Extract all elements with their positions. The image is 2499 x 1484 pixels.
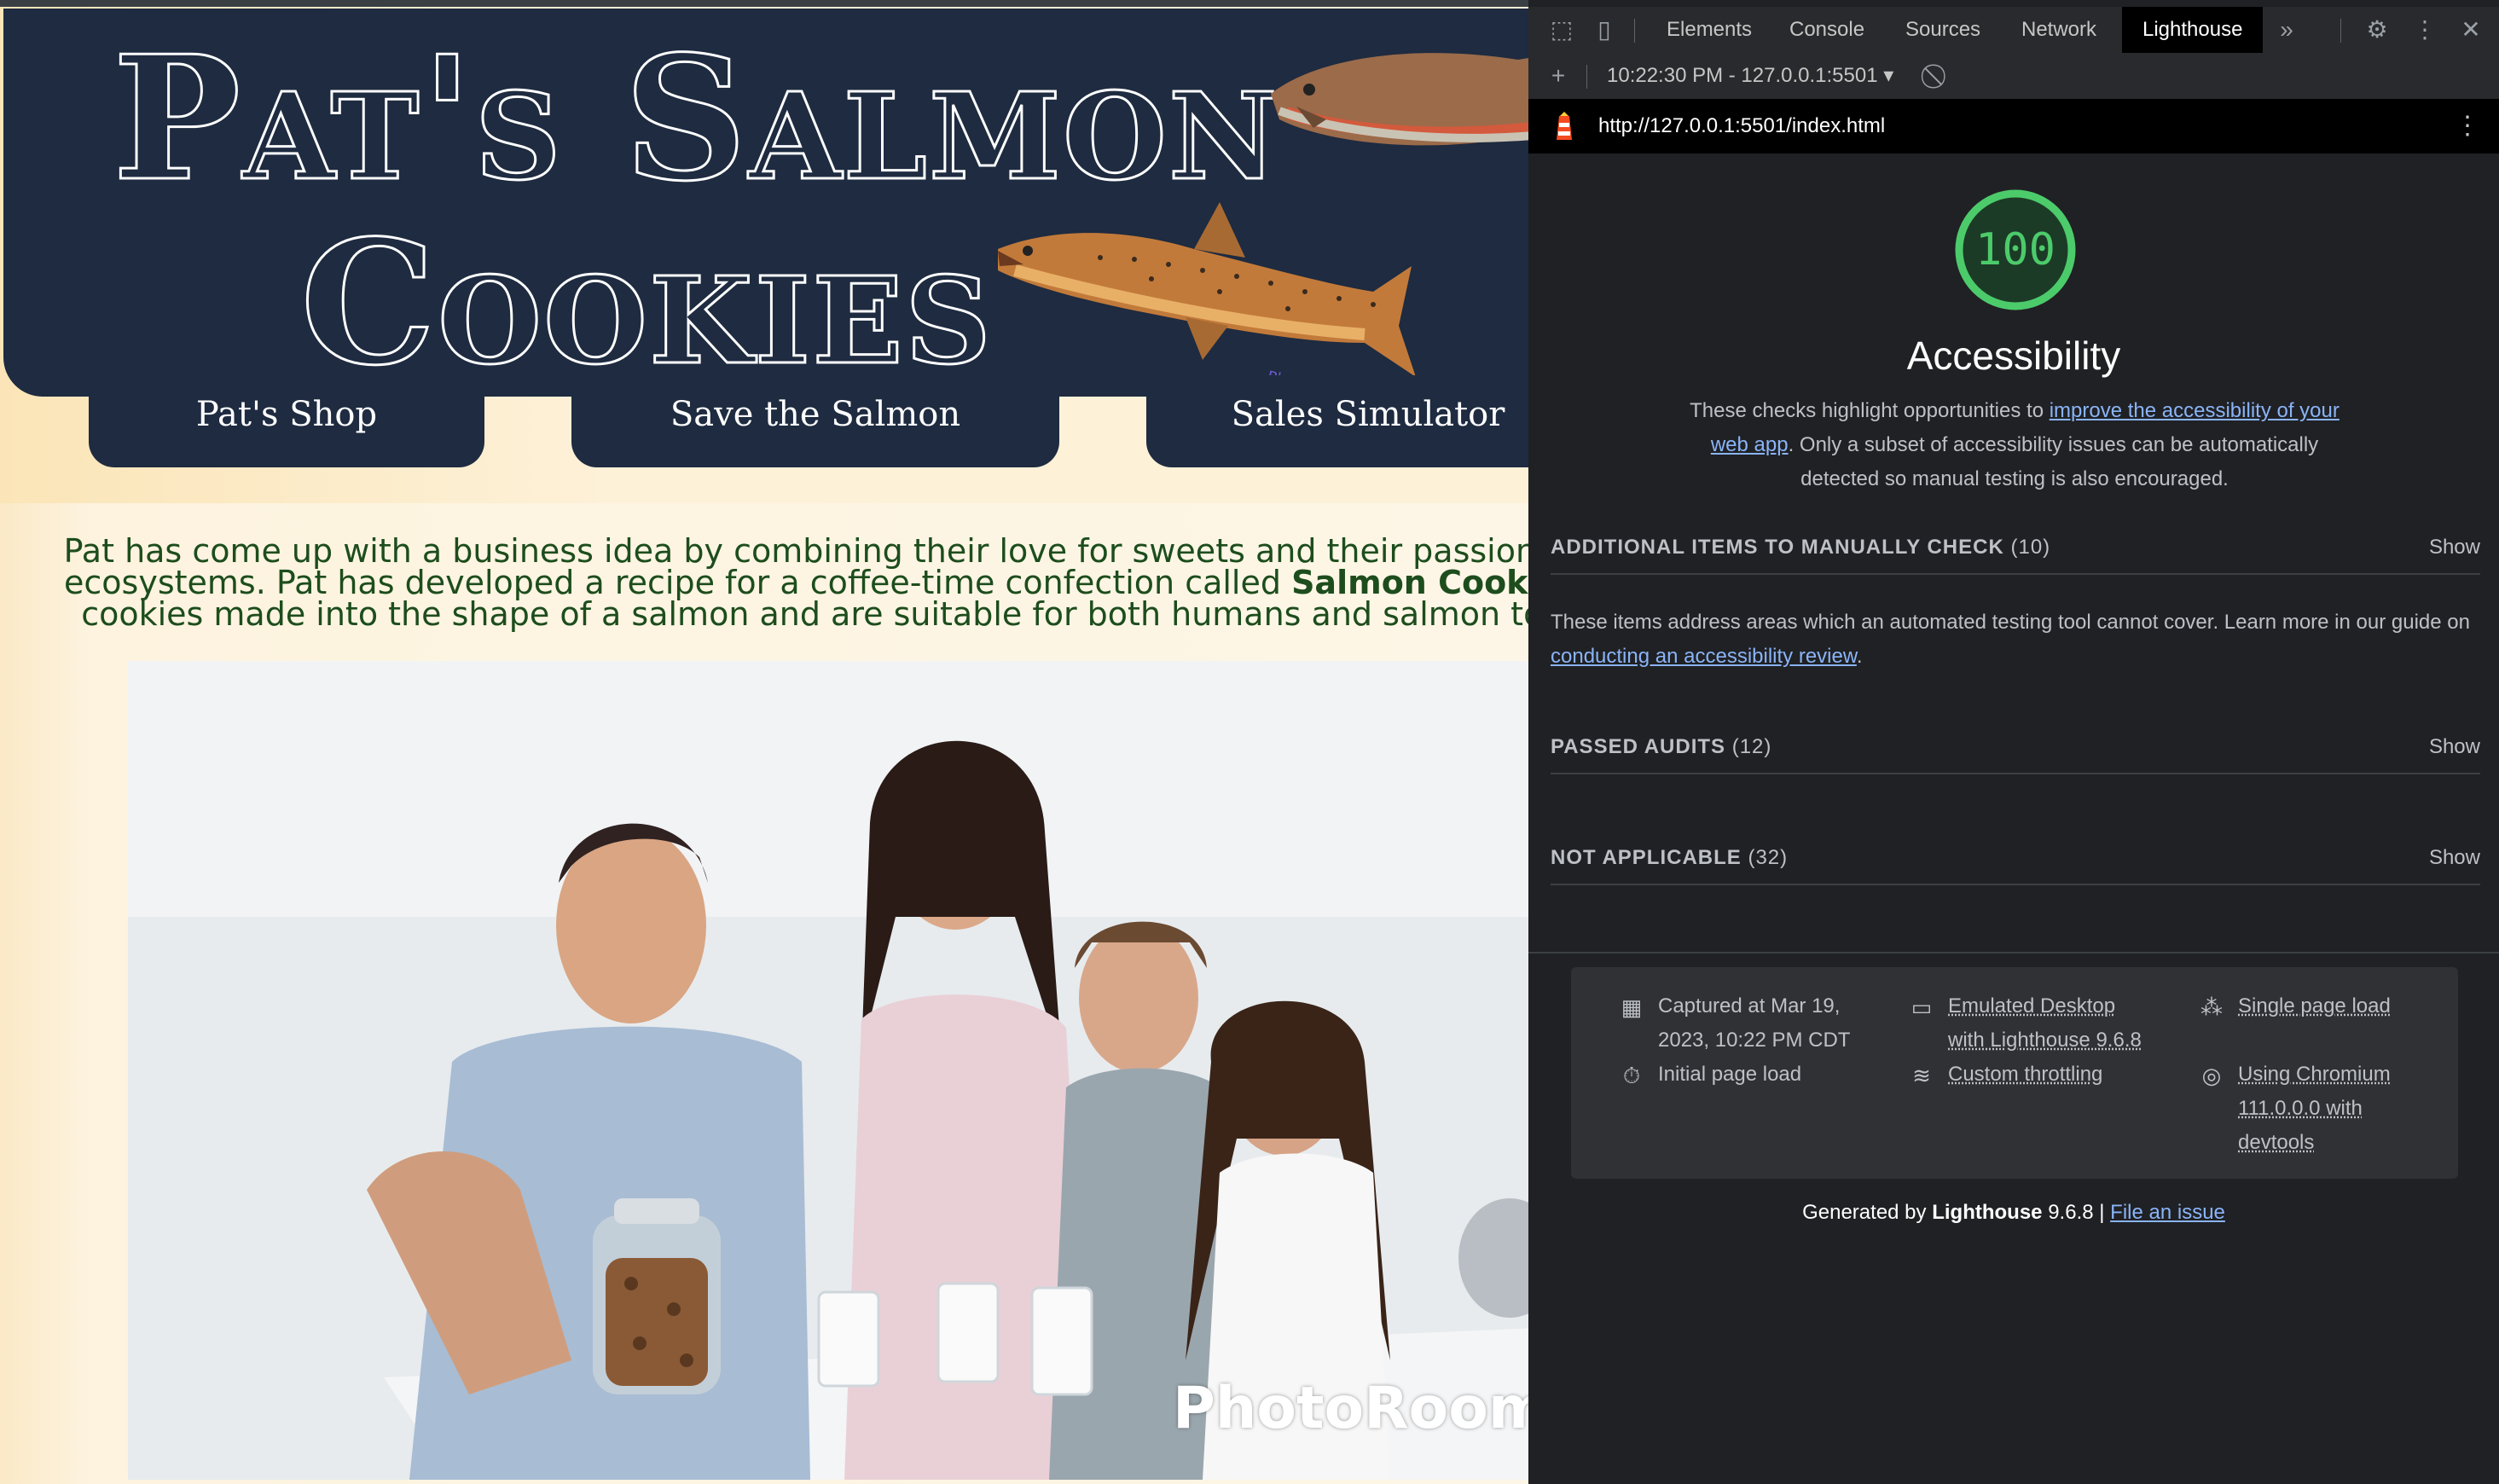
show-toggle[interactable]: Show xyxy=(2429,522,2480,573)
kebab-menu-icon[interactable]: ⋮ xyxy=(2403,7,2446,53)
category-description: These checks highlight opportunities to … xyxy=(1690,399,2340,490)
device-toolbar-icon[interactable]: ▯ xyxy=(1583,7,1626,53)
intro-line-2: ecosystems. Pat has developed a recipe f… xyxy=(34,566,1528,599)
settings-gear-icon[interactable]: ⚙ xyxy=(2356,7,2398,53)
file-an-issue-link[interactable]: File an issue xyxy=(2110,1201,2225,1224)
group-title: PASSED AUDITS (12) xyxy=(1551,735,1772,758)
toolbar-separator xyxy=(1586,65,1587,89)
accessibility-score: 100 xyxy=(1975,224,2055,275)
report-url: http://127.0.0.1:5501/index.html xyxy=(1598,114,1886,137)
group-not-applicable[interactable]: NOT APPLICABLE (32) Show xyxy=(1551,832,2480,885)
group-passed-audits[interactable]: PASSED AUDITS (12) Show xyxy=(1551,722,2480,774)
report-url-bar: http://127.0.0.1:5501/index.html ⋮ xyxy=(1528,99,2499,154)
section-divider xyxy=(1528,952,2499,954)
group-title: ADDITIONAL ITEMS TO MANUALLY CHECK (10) xyxy=(1551,536,2051,559)
devtools-tabbar: ⬚ ▯ Elements Console Sources Network Lig… xyxy=(1528,7,2499,54)
close-devtools-icon[interactable]: ✕ xyxy=(2450,7,2492,53)
group-title: NOT APPLICABLE (32) xyxy=(1551,846,1789,869)
single-page-load[interactable]: Single page load xyxy=(2238,989,2391,1023)
devtools-panel: ⬚ ▯ Elements Console Sources Network Lig… xyxy=(1528,0,2499,1484)
group-manual-checks[interactable]: ADDITIONAL ITEMS TO MANUALLY CHECK (10) … xyxy=(1551,522,2480,575)
site-logo-line-1: Pat's Salmon xyxy=(112,18,1279,221)
report-metadata: ▦ Captured at Mar 19, 2023, 10:22 PM CDT … xyxy=(1571,967,2458,1179)
show-toggle[interactable]: Show xyxy=(2429,722,2480,773)
nav-tab-sales-simulator[interactable]: Sales Simulator xyxy=(1146,375,1528,467)
report-select-dropdown[interactable]: 10:22:30 PM - 127.0.0.1:5501 ▾ xyxy=(1607,53,1893,99)
top-edge xyxy=(0,0,1528,7)
manual-checks-description: These items address areas which an autom… xyxy=(1551,611,2470,668)
single-load-icon: ⁂ xyxy=(2200,994,2223,1020)
timer-icon: ⏱ xyxy=(1622,1063,1641,1088)
accessibility-review-link[interactable]: conducting an accessibility review xyxy=(1551,645,1857,668)
devices-icon: ▭ xyxy=(1910,994,1933,1020)
intro-paragraph: Pat has come up with a business idea by … xyxy=(34,532,1528,633)
emulated-desktop[interactable]: Emulated Desktop with Lighthouse 9.6.8 xyxy=(1948,989,2142,1058)
chromium-version[interactable]: Using Chromium 111.0.0.0 with devtools xyxy=(2238,1058,2391,1160)
custom-throttling[interactable]: Custom throttling xyxy=(1948,1058,2102,1092)
clear-reports-icon[interactable]: ⃠ xyxy=(1917,53,1960,99)
initial-page-load: Initial page load xyxy=(1658,1063,1802,1086)
intro-line-3: cookies made into the shape of a salmon … xyxy=(81,595,1528,633)
captured-at: Captured at Mar 19, 2023, 10:22 PM CDT xyxy=(1658,994,1851,1052)
tab-console[interactable]: Console xyxy=(1769,7,1885,53)
calendar-icon: ▦ xyxy=(1621,994,1643,1020)
new-report-icon[interactable]: + xyxy=(1537,53,1580,99)
inspect-element-icon[interactable]: ⬚ xyxy=(1540,7,1583,53)
tabbar-separator xyxy=(1634,19,1635,43)
salmon-illustration-top xyxy=(1271,53,1528,146)
tabbar-separator xyxy=(2340,19,2341,43)
chromium-icon: ◎ xyxy=(2201,1063,2222,1088)
tab-lighthouse[interactable]: Lighthouse xyxy=(2122,7,2264,53)
tab-sources[interactable]: Sources xyxy=(1885,7,2001,53)
more-tabs-icon[interactable]: » xyxy=(2265,7,2308,53)
salmon-illustration-spotted: PhotoRoom xyxy=(998,202,1416,394)
tab-network[interactable]: Network xyxy=(2001,7,2117,53)
lighthouse-toolbar: + 10:22:30 PM - 127.0.0.1:5501 ▾ ⃠ xyxy=(1528,53,2499,100)
nav-tab-save-the-salmon[interactable]: Save the Salmon xyxy=(571,375,1059,467)
category-title: Accessibility xyxy=(1906,333,2121,378)
tab-elements[interactable]: Elements xyxy=(1646,7,1772,53)
wifi-icon: ≋ xyxy=(1912,1063,1931,1088)
photo-watermark: PhotoRoom xyxy=(1173,1375,1528,1442)
site-logo-line-2: Cookies xyxy=(299,202,994,405)
nav-tab-pats-shop[interactable]: Pat's Shop xyxy=(89,375,484,467)
family-photo xyxy=(128,661,1528,1480)
report-footer: Generated by Lighthouse 9.6.8 | File an … xyxy=(1802,1201,2225,1224)
report-menu-icon[interactable]: ⋮ xyxy=(2455,99,2480,154)
website-viewport: Pat's Salmon Cookies PhotoRoom Pat's Sho… xyxy=(0,0,1528,1484)
lighthouse-logo-icon xyxy=(1557,112,1572,140)
show-toggle[interactable]: Show xyxy=(2429,832,2480,884)
intro-line-1: Pat has come up with a business idea by … xyxy=(63,532,1528,570)
